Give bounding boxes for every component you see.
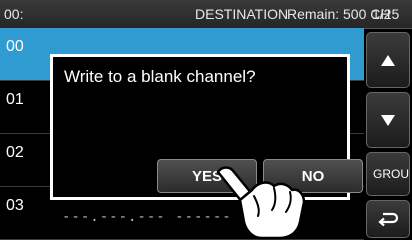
scroll-up-button[interactable]	[366, 32, 410, 88]
channel-value: ---.---.--- ------	[62, 209, 232, 225]
confirm-dialog: Write to a blank channel? YES NO	[50, 54, 363, 200]
side-button-column: GROUP	[364, 28, 412, 240]
header-page: 1/25	[372, 6, 400, 22]
group-button-label: GROUP	[373, 167, 409, 181]
back-button[interactable]	[366, 200, 410, 238]
header-title: DESTINATION	[195, 6, 289, 22]
header-channel: 00:	[4, 6, 24, 22]
channel-number: 02	[6, 144, 24, 161]
channel-number: 00	[6, 38, 24, 55]
channel-number: 03	[6, 197, 24, 214]
scroll-down-button[interactable]	[366, 92, 410, 148]
yes-button[interactable]: YES	[157, 159, 257, 193]
triangle-down-icon	[381, 114, 395, 126]
screen: 00: DESTINATION Remain: 500 CH 1/25 00 -…	[0, 0, 412, 240]
no-button[interactable]: NO	[263, 159, 363, 193]
group-button[interactable]: GROUP	[366, 152, 410, 196]
header-bar: 00: DESTINATION Remain: 500 CH 1/25	[0, 0, 412, 29]
dialog-message: Write to a blank channel?	[64, 67, 256, 86]
channel-number: 01	[6, 91, 24, 108]
triangle-up-icon	[381, 54, 395, 66]
return-arrow-icon	[378, 212, 399, 227]
